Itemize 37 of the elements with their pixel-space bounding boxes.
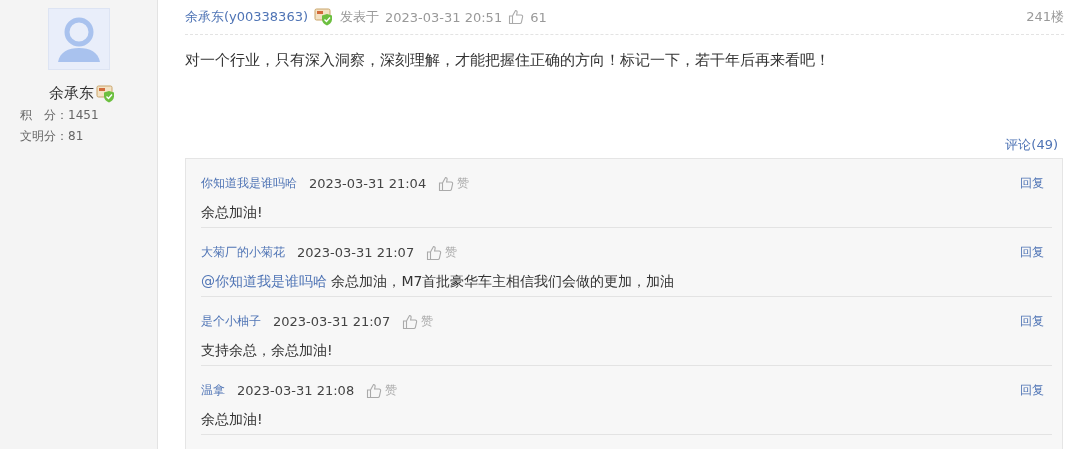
civility-label: 文明分： — [20, 129, 68, 143]
verified-badge-icon — [314, 8, 334, 26]
comment-time: 2023-03-31 21:08 — [237, 383, 355, 398]
reply-link[interactable]: 回复 — [1020, 382, 1052, 399]
post-time: 2023-03-31 20:51 — [385, 9, 503, 25]
avatar-icon — [47, 8, 110, 70]
thumbs-up-icon — [508, 9, 525, 25]
comment-time: 2023-03-31 21:04 — [309, 176, 427, 191]
author-name[interactable]: 余承东 — [49, 84, 94, 103]
comment-text: 余总加油! — [201, 204, 263, 220]
civility-value: 81 — [68, 129, 84, 143]
verified-badge-icon — [96, 84, 116, 103]
comment-text: 支持余总，余总加油! — [201, 342, 333, 358]
comment-text: 余总加油，M7首批豪华车主相信我们会做的更加，加油 — [331, 273, 675, 289]
points-value: 1451 — [68, 108, 99, 122]
commenter-link[interactable]: 温拿 — [201, 382, 225, 399]
reply-link[interactable]: 回复 — [1020, 313, 1052, 330]
mention-link[interactable]: @你知道我是谁吗哈 — [201, 273, 327, 289]
thumbs-up-icon — [402, 313, 419, 330]
comment-time: 2023-03-31 21:07 — [297, 245, 415, 260]
reply-link[interactable]: 回复 — [1020, 244, 1052, 261]
thumbs-up-icon — [366, 382, 383, 399]
comments-link[interactable]: 评论(49) — [1005, 136, 1058, 158]
like-count: 61 — [530, 9, 547, 25]
commenter-link[interactable]: 是个小柚子 — [201, 313, 261, 330]
thumbs-up-icon — [426, 244, 443, 261]
points-label: 积 分： — [20, 108, 68, 122]
post-body: 对一个行业，只有深入洞察，深刻理解，才能把握住正确的方向！标记一下，若干年后再来看吧！ — [185, 51, 831, 71]
reply-link[interactable]: 回复 — [1020, 175, 1052, 192]
commenter-link[interactable]: 你知道我是谁吗哈 — [201, 175, 297, 192]
floor-number: 241楼 — [1026, 8, 1064, 26]
thumbs-up-icon — [438, 175, 455, 192]
commenter-link[interactable]: 大菊厂的小菊花 — [201, 244, 285, 261]
comment-text: 余总加油! — [201, 411, 263, 427]
comment-time: 2023-03-31 21:07 — [273, 314, 391, 329]
posted-label: 发表于 — [340, 8, 379, 26]
post-author-link[interactable]: 余承东(y00338363) — [185, 8, 308, 26]
